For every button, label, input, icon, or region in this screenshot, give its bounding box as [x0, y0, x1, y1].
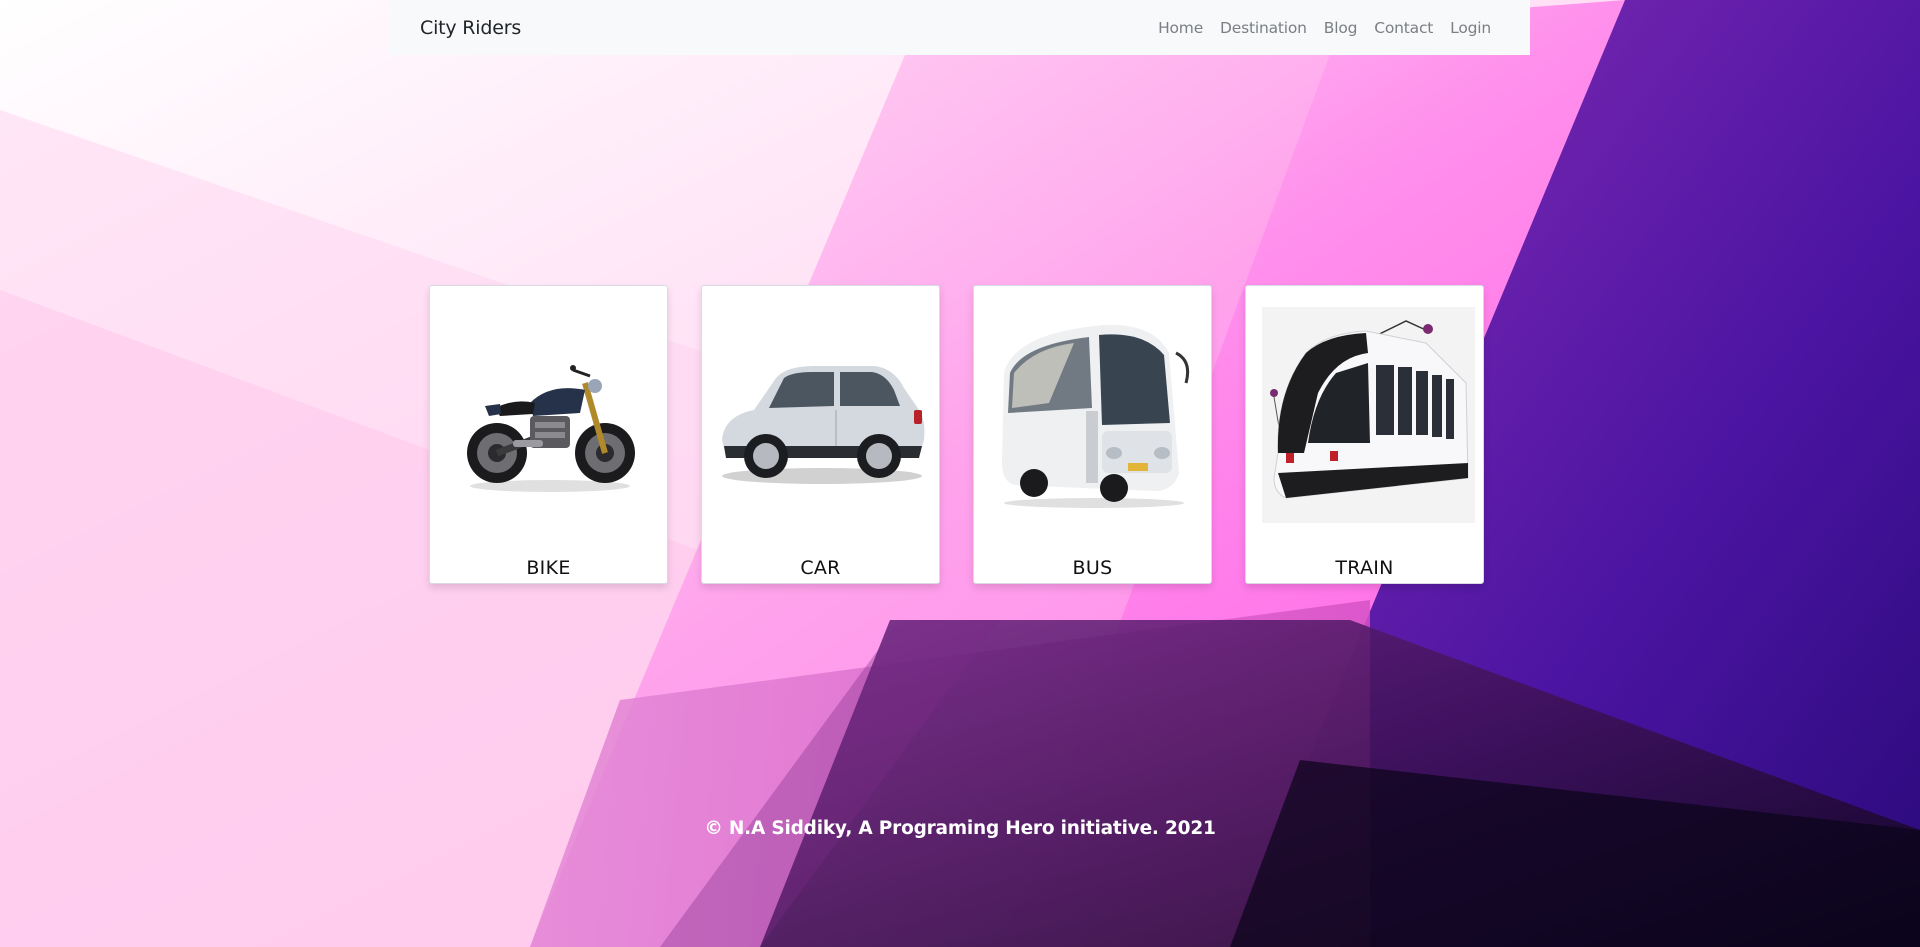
nav-link-home[interactable]: Home — [1158, 19, 1203, 37]
bus-icon — [984, 298, 1203, 528]
nav-link-destination[interactable]: Destination — [1220, 19, 1307, 37]
car-icon — [712, 298, 931, 528]
nav-link-blog[interactable]: Blog — [1324, 19, 1358, 37]
vehicle-label: CAR — [800, 557, 841, 579]
motorcycle-icon — [440, 298, 659, 528]
train-icon — [1256, 298, 1475, 528]
footer-copyright: © N.A Siddiky, A Programing Hero initiat… — [704, 818, 1216, 839]
vehicle-label: BUS — [1072, 557, 1113, 579]
vehicle-card-car[interactable]: CAR — [701, 285, 940, 584]
vehicle-cards: BIKE CAR BUS TRAIN — [429, 285, 1484, 584]
nav-link-contact[interactable]: Contact — [1374, 19, 1433, 37]
vehicle-card-bike[interactable]: BIKE — [429, 285, 668, 584]
vehicle-card-train[interactable]: TRAIN — [1245, 285, 1484, 584]
nav-link-login[interactable]: Login — [1450, 19, 1491, 37]
brand-link[interactable]: City Riders — [420, 17, 521, 39]
vehicle-label: BIKE — [526, 557, 571, 579]
top-navbar: City Riders Home Destination Blog Contac… — [390, 0, 1530, 55]
nav-links: Home Destination Blog Contact Login — [1158, 19, 1491, 37]
vehicle-card-bus[interactable]: BUS — [973, 285, 1212, 584]
vehicle-label: TRAIN — [1335, 557, 1394, 579]
